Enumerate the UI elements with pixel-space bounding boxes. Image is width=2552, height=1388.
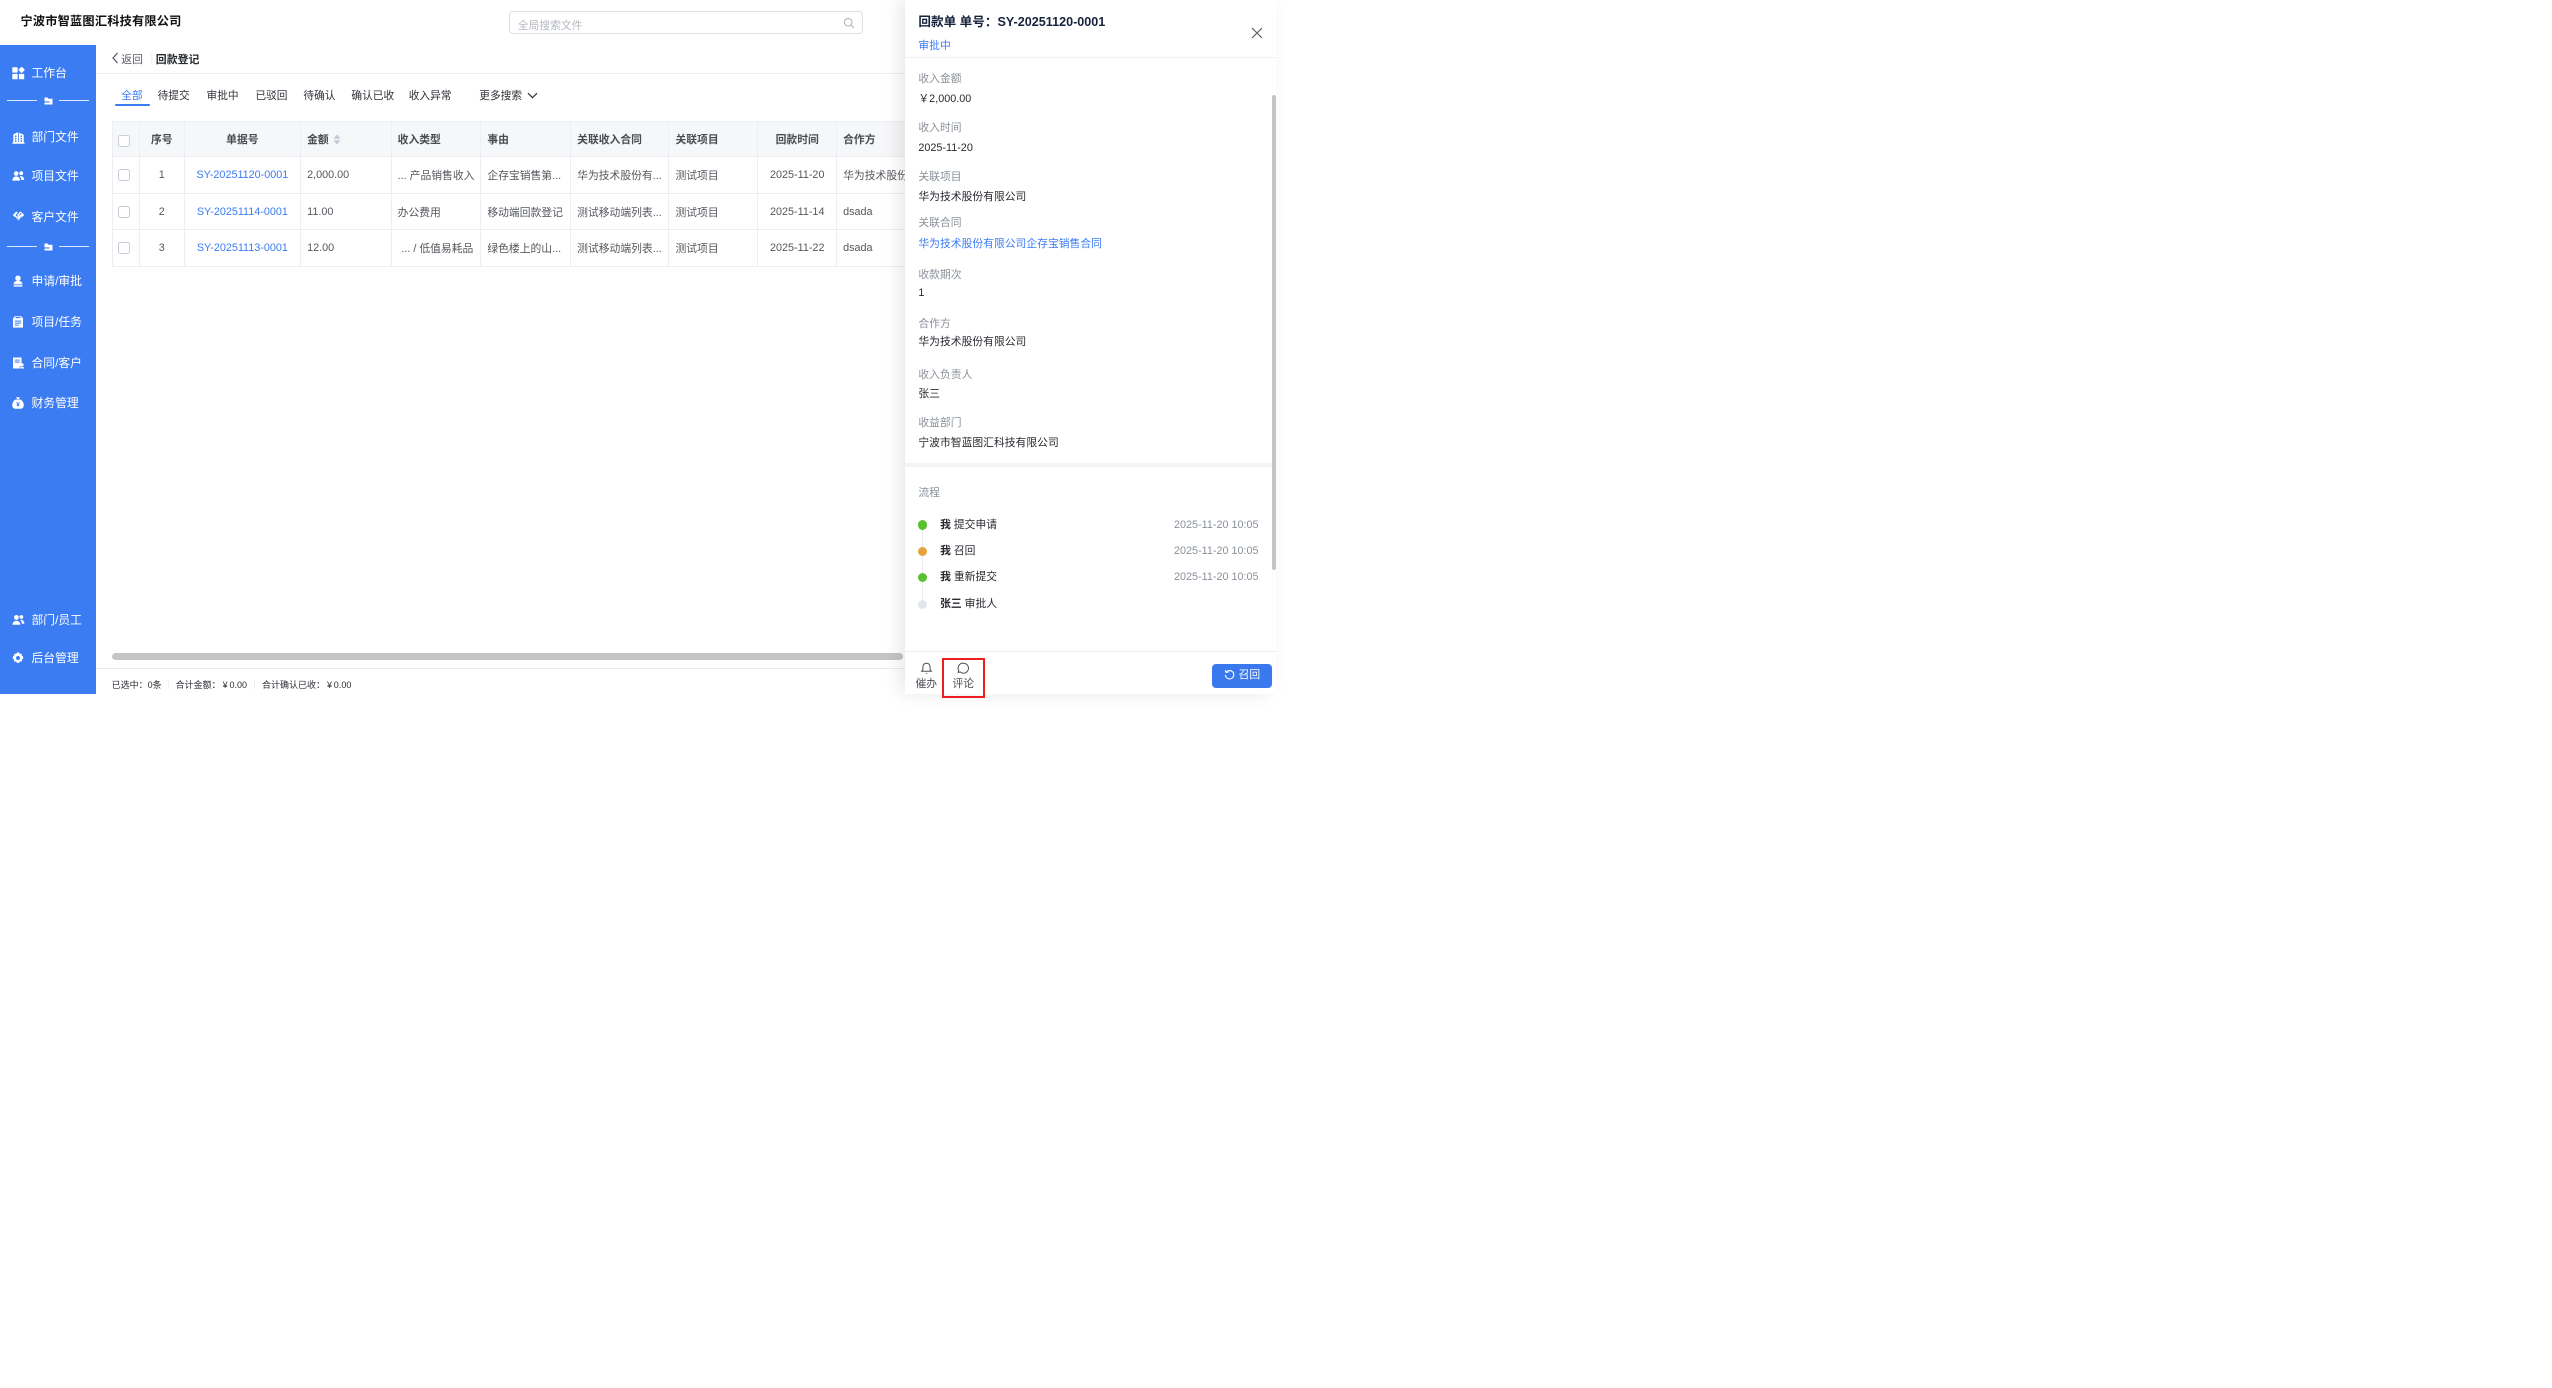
svg-text:¥: ¥ — [16, 402, 20, 409]
